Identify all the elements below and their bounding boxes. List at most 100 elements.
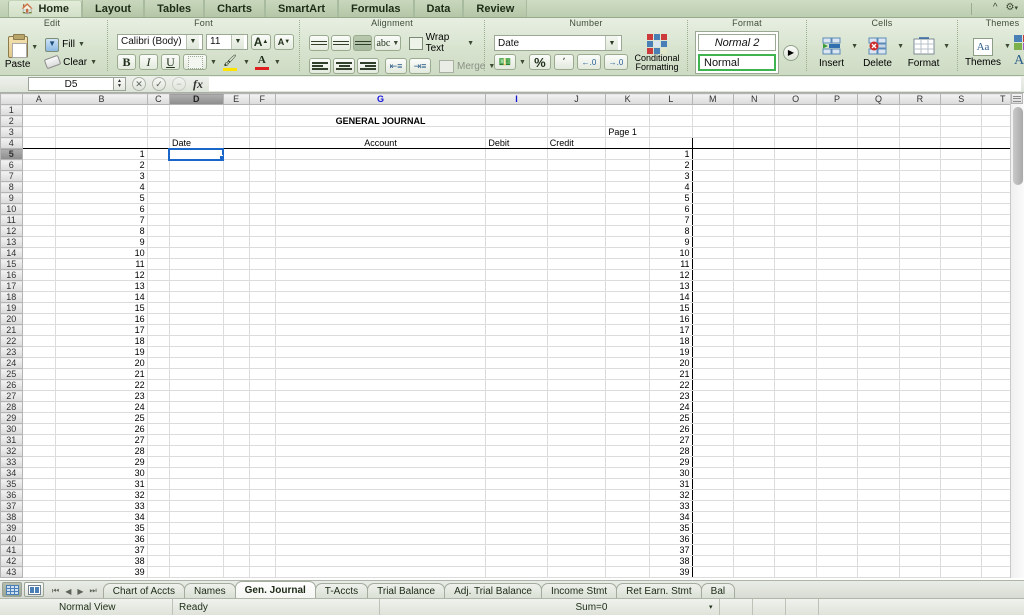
cell-E27[interactable]: [223, 391, 249, 402]
cell-B11[interactable]: 7: [56, 215, 147, 226]
cell-F19[interactable]: [249, 303, 275, 314]
cell-N31[interactable]: [734, 435, 775, 446]
cell-F14[interactable]: [249, 248, 275, 259]
fill-color-button[interactable]: 🖌: [220, 53, 240, 72]
cell-D26[interactable]: [169, 380, 223, 391]
column-header-D[interactable]: D: [169, 94, 223, 105]
cell-K33[interactable]: [606, 457, 650, 468]
cell-A35[interactable]: [22, 479, 56, 490]
shrink-font-button[interactable]: A▼: [274, 34, 294, 50]
cell-N8[interactable]: [734, 182, 775, 193]
cell-G14[interactable]: [275, 248, 486, 259]
cell-I19[interactable]: [486, 303, 547, 314]
wrap-text-caret[interactable]: ▼: [467, 40, 474, 47]
cell-F25[interactable]: [249, 369, 275, 380]
cell-G37[interactable]: [275, 501, 486, 512]
cell-J1[interactable]: [547, 105, 606, 116]
cell-L25[interactable]: 21: [649, 369, 692, 380]
cell-N9[interactable]: [734, 193, 775, 204]
cell-N7[interactable]: [734, 171, 775, 182]
cell-S24[interactable]: [941, 358, 982, 369]
cell-J39[interactable]: [547, 523, 606, 534]
cell-G15[interactable]: [275, 259, 486, 270]
cell-J15[interactable]: [547, 259, 606, 270]
cell-G29[interactable]: [275, 413, 486, 424]
cell-R12[interactable]: [899, 226, 940, 237]
cell-Q9[interactable]: [858, 193, 899, 204]
cell-S32[interactable]: [941, 446, 982, 457]
row-header-40[interactable]: 40: [1, 534, 23, 545]
cell-A15[interactable]: [22, 259, 56, 270]
cell-K41[interactable]: [606, 545, 650, 556]
cell-E42[interactable]: [223, 556, 249, 567]
theme-colors-button[interactable]: ▼: [1014, 35, 1024, 50]
cell-I8[interactable]: [486, 182, 547, 193]
cell-G18[interactable]: [275, 292, 486, 303]
cell-F33[interactable]: [249, 457, 275, 468]
cell-E10[interactable]: [223, 204, 249, 215]
cell-D7[interactable]: [169, 171, 223, 182]
cell-S34[interactable]: [941, 468, 982, 479]
cell-M33[interactable]: [692, 457, 733, 468]
cell-D22[interactable]: [169, 336, 223, 347]
row-header-38[interactable]: 38: [1, 512, 23, 523]
cell-D9[interactable]: [169, 193, 223, 204]
cell-B32[interactable]: 28: [56, 446, 147, 457]
cell-B7[interactable]: 3: [56, 171, 147, 182]
cell-K39[interactable]: [606, 523, 650, 534]
cell-D28[interactable]: [169, 402, 223, 413]
cell-P2[interactable]: [816, 116, 857, 127]
cell-F31[interactable]: [249, 435, 275, 446]
style-normal[interactable]: Normal: [698, 54, 776, 71]
cell-O18[interactable]: [775, 292, 816, 303]
font-color-caret[interactable]: ▼: [274, 59, 281, 66]
cell-G4[interactable]: Account: [275, 138, 486, 149]
cell-L31[interactable]: 27: [649, 435, 692, 446]
conditional-formatting-button[interactable]: Conditional Formatting: [634, 34, 680, 72]
cell-M16[interactable]: [692, 270, 733, 281]
cell-A24[interactable]: [22, 358, 56, 369]
cell-G33[interactable]: [275, 457, 486, 468]
cell-I23[interactable]: [486, 347, 547, 358]
column-header-Q[interactable]: Q: [858, 94, 899, 105]
cell-A21[interactable]: [22, 325, 56, 336]
row-header-42[interactable]: 42: [1, 556, 23, 567]
number-format-dropdown-icon[interactable]: ▼: [605, 36, 618, 50]
cell-P23[interactable]: [816, 347, 857, 358]
cell-P9[interactable]: [816, 193, 857, 204]
cell-K37[interactable]: [606, 501, 650, 512]
cell-G1[interactable]: [275, 105, 486, 116]
spreadsheet-grid[interactable]: ABCDEFGIJKLMNOPQRST12GENERAL JOURNAL3Pag…: [0, 93, 1024, 578]
cell-L2[interactable]: [649, 116, 692, 127]
cell-O33[interactable]: [775, 457, 816, 468]
cell-A30[interactable]: [22, 424, 56, 435]
cell-S12[interactable]: [941, 226, 982, 237]
cell-N14[interactable]: [734, 248, 775, 259]
cell-A39[interactable]: [22, 523, 56, 534]
cell-R14[interactable]: [899, 248, 940, 259]
cell-A18[interactable]: [22, 292, 56, 303]
cell-B17[interactable]: 13: [56, 281, 147, 292]
cell-R16[interactable]: [899, 270, 940, 281]
cell-M6[interactable]: [692, 160, 733, 171]
cell-Q5[interactable]: [858, 149, 899, 160]
cell-I33[interactable]: [486, 457, 547, 468]
cell-K34[interactable]: [606, 468, 650, 479]
cell-E26[interactable]: [223, 380, 249, 391]
cell-R32[interactable]: [899, 446, 940, 457]
cell-R1[interactable]: [899, 105, 940, 116]
cell-R27[interactable]: [899, 391, 940, 402]
font-size-input[interactable]: 11 ▼: [206, 34, 248, 50]
cell-N36[interactable]: [734, 490, 775, 501]
next-sheet-button[interactable]: ▶: [77, 587, 83, 596]
comma-format-button[interactable]: ٬: [554, 54, 574, 70]
cell-P30[interactable]: [816, 424, 857, 435]
style-normal-2[interactable]: Normal 2: [698, 34, 776, 51]
cell-L9[interactable]: 5: [649, 193, 692, 204]
cell-Q32[interactable]: [858, 446, 899, 457]
currency-format-button[interactable]: 💵: [494, 54, 516, 70]
cell-N34[interactable]: [734, 468, 775, 479]
themes-caret[interactable]: ▼: [1004, 43, 1011, 50]
row-header-39[interactable]: 39: [1, 523, 23, 534]
cell-D42[interactable]: [169, 556, 223, 567]
